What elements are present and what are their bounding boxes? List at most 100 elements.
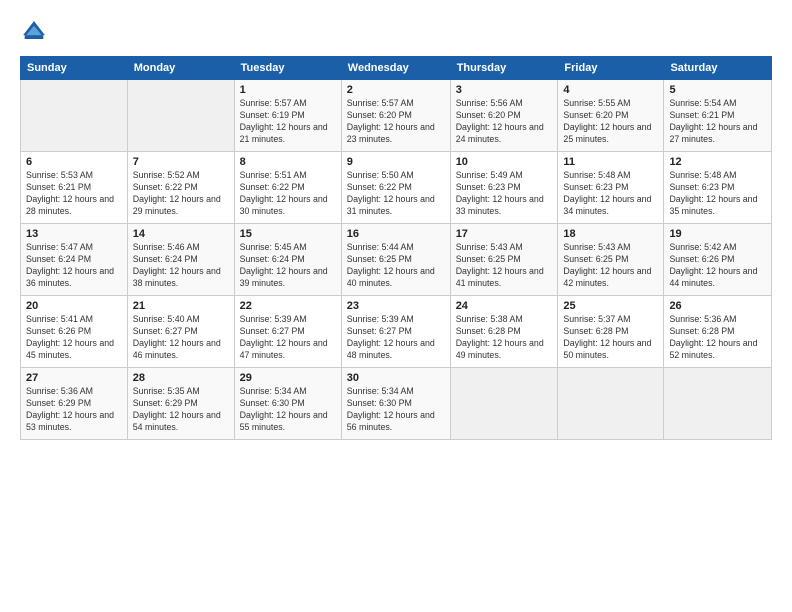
- day-number: 19: [669, 228, 766, 240]
- day-number: 9: [347, 156, 445, 168]
- day-number: 7: [133, 156, 229, 168]
- calendar-cell: 4Sunrise: 5:55 AM Sunset: 6:20 PM Daylig…: [558, 80, 664, 152]
- calendar-cell: 6Sunrise: 5:53 AM Sunset: 6:21 PM Daylig…: [21, 152, 128, 224]
- calendar-cell: 9 Sunrise: 5:50 AM Sunset: 6:22 PM Daylig…: [341, 152, 450, 224]
- day-detail: Sunrise: 5:52 AM Sunset: 6:22 PM Dayligh…: [133, 170, 229, 218]
- weekday-header-friday: Friday: [558, 57, 664, 80]
- calendar-cell: 5Sunrise: 5:54 AM Sunset: 6:21 PM Daylig…: [664, 80, 772, 152]
- day-detail: Sunrise: 5:50 AM Sunset: 6:22 PM Dayligh…: [347, 170, 445, 218]
- calendar-cell: 2 Sunrise: 5:57 AM Sunset: 6:20 PM Daylig…: [341, 80, 450, 152]
- calendar-cell: 24 Sunrise: 5:38 AM Sunset: 6:28 PM Dayli…: [450, 296, 558, 368]
- day-detail: Sunrise: 5:39 AM Sunset: 6:27 PM Dayligh…: [347, 314, 445, 362]
- calendar-cell: 12 Sunrise: 5:48 AM Sunset: 6:23 PM Dayli…: [664, 152, 772, 224]
- day-detail: Sunrise: 5:57 AM Sunset: 6:20 PM Dayligh…: [347, 98, 445, 146]
- day-detail: Sunrise: 5:41 AM Sunset: 6:26 PM Dayligh…: [26, 314, 122, 362]
- day-detail: Sunrise: 5:43 AM Sunset: 6:25 PM Dayligh…: [456, 242, 553, 290]
- day-number: 5: [669, 84, 766, 96]
- day-detail: Sunrise: 5:48 AM Sunset: 6:23 PM Dayligh…: [669, 170, 766, 218]
- calendar-cell: 20 Sunrise: 5:41 AM Sunset: 6:26 PM Dayli…: [21, 296, 128, 368]
- calendar-cell: 30 Sunrise: 5:34 AM Sunset: 6:30 PM Dayli…: [341, 368, 450, 440]
- calendar-cell: 1 Sunrise: 5:57 AM Sunset: 6:19 PM Daylig…: [234, 80, 341, 152]
- day-number: 21: [133, 300, 229, 312]
- calendar-cell: 13 Sunrise: 5:47 AM Sunset: 6:24 PM Dayli…: [21, 224, 128, 296]
- calendar-cell: 11 Sunrise: 5:48 AM Sunset: 6:23 PM Dayli…: [558, 152, 664, 224]
- calendar-cell: 29 Sunrise: 5:34 AM Sunset: 6:30 PM Dayli…: [234, 368, 341, 440]
- day-detail: Sunrise: 5:55 AM Sunset: 6:20 PM Dayligh…: [563, 98, 658, 146]
- calendar-cell: 8Sunrise: 5:51 AM Sunset: 6:22 PM Daylig…: [234, 152, 341, 224]
- weekday-header-saturday: Saturday: [664, 57, 772, 80]
- calendar-cell: 3 Sunrise: 5:56 AM Sunset: 6:20 PM Daylig…: [450, 80, 558, 152]
- day-number: 20: [26, 300, 122, 312]
- day-number: 15: [240, 228, 336, 240]
- calendar-cell: 7 Sunrise: 5:52 AM Sunset: 6:22 PM Daylig…: [127, 152, 234, 224]
- day-number: 26: [669, 300, 766, 312]
- day-detail: Sunrise: 5:43 AM Sunset: 6:25 PM Dayligh…: [563, 242, 658, 290]
- day-detail: Sunrise: 5:46 AM Sunset: 6:24 PM Dayligh…: [133, 242, 229, 290]
- day-number: 18: [563, 228, 658, 240]
- day-detail: Sunrise: 5:47 AM Sunset: 6:24 PM Dayligh…: [26, 242, 122, 290]
- day-detail: Sunrise: 5:56 AM Sunset: 6:20 PM Dayligh…: [456, 98, 553, 146]
- weekday-header-monday: Monday: [127, 57, 234, 80]
- calendar-cell: 26 Sunrise: 5:36 AM Sunset: 6:28 PM Dayli…: [664, 296, 772, 368]
- day-detail: Sunrise: 5:34 AM Sunset: 6:30 PM Dayligh…: [347, 386, 445, 434]
- calendar-cell: 15 Sunrise: 5:45 AM Sunset: 6:24 PM Dayli…: [234, 224, 341, 296]
- day-detail: Sunrise: 5:48 AM Sunset: 6:23 PM Dayligh…: [563, 170, 658, 218]
- week-row-5: 27 Sunrise: 5:36 AM Sunset: 6:29 PM Dayli…: [21, 368, 772, 440]
- day-detail: Sunrise: 5:57 AM Sunset: 6:19 PM Dayligh…: [240, 98, 336, 146]
- day-number: 25: [563, 300, 658, 312]
- day-number: 27: [26, 372, 122, 384]
- day-number: 24: [456, 300, 553, 312]
- calendar-cell: 27 Sunrise: 5:36 AM Sunset: 6:29 PM Dayli…: [21, 368, 128, 440]
- calendar-cell: 23 Sunrise: 5:39 AM Sunset: 6:27 PM Dayli…: [341, 296, 450, 368]
- weekday-header-wednesday: Wednesday: [341, 57, 450, 80]
- day-detail: Sunrise: 5:36 AM Sunset: 6:29 PM Dayligh…: [26, 386, 122, 434]
- day-detail: Sunrise: 5:45 AM Sunset: 6:24 PM Dayligh…: [240, 242, 336, 290]
- day-number: 23: [347, 300, 445, 312]
- calendar-table: SundayMondayTuesdayWednesdayThursdayFrid…: [20, 56, 772, 440]
- day-number: 16: [347, 228, 445, 240]
- logo: [20, 18, 52, 46]
- calendar-cell: 19 Sunrise: 5:42 AM Sunset: 6:26 PM Dayli…: [664, 224, 772, 296]
- day-number: 29: [240, 372, 336, 384]
- day-number: 28: [133, 372, 229, 384]
- calendar-cell: 21Sunrise: 5:40 AM Sunset: 6:27 PM Dayli…: [127, 296, 234, 368]
- week-row-2: 6Sunrise: 5:53 AM Sunset: 6:21 PM Daylig…: [21, 152, 772, 224]
- day-detail: Sunrise: 5:38 AM Sunset: 6:28 PM Dayligh…: [456, 314, 553, 362]
- day-detail: Sunrise: 5:42 AM Sunset: 6:26 PM Dayligh…: [669, 242, 766, 290]
- day-number: 12: [669, 156, 766, 168]
- day-detail: Sunrise: 5:53 AM Sunset: 6:21 PM Dayligh…: [26, 170, 122, 218]
- weekday-header-tuesday: Tuesday: [234, 57, 341, 80]
- week-row-3: 13 Sunrise: 5:47 AM Sunset: 6:24 PM Dayli…: [21, 224, 772, 296]
- header: [20, 18, 772, 46]
- day-detail: Sunrise: 5:37 AM Sunset: 6:28 PM Dayligh…: [563, 314, 658, 362]
- day-number: 1: [240, 84, 336, 96]
- day-detail: Sunrise: 5:34 AM Sunset: 6:30 PM Dayligh…: [240, 386, 336, 434]
- calendar-cell: 14Sunrise: 5:46 AM Sunset: 6:24 PM Dayli…: [127, 224, 234, 296]
- day-detail: Sunrise: 5:49 AM Sunset: 6:23 PM Dayligh…: [456, 170, 553, 218]
- day-detail: Sunrise: 5:35 AM Sunset: 6:29 PM Dayligh…: [133, 386, 229, 434]
- calendar-cell: 18 Sunrise: 5:43 AM Sunset: 6:25 PM Dayli…: [558, 224, 664, 296]
- calendar-cell: 28 Sunrise: 5:35 AM Sunset: 6:29 PM Dayli…: [127, 368, 234, 440]
- day-number: 17: [456, 228, 553, 240]
- weekday-header-row: SundayMondayTuesdayWednesdayThursdayFrid…: [21, 57, 772, 80]
- calendar-cell: 25 Sunrise: 5:37 AM Sunset: 6:28 PM Dayli…: [558, 296, 664, 368]
- day-detail: Sunrise: 5:36 AM Sunset: 6:28 PM Dayligh…: [669, 314, 766, 362]
- day-detail: Sunrise: 5:44 AM Sunset: 6:25 PM Dayligh…: [347, 242, 445, 290]
- calendar-cell: [664, 368, 772, 440]
- calendar-cell: [127, 80, 234, 152]
- calendar-cell: 17 Sunrise: 5:43 AM Sunset: 6:25 PM Dayli…: [450, 224, 558, 296]
- day-number: 30: [347, 372, 445, 384]
- day-number: 3: [456, 84, 553, 96]
- weekday-header-thursday: Thursday: [450, 57, 558, 80]
- calendar-cell: 10Sunrise: 5:49 AM Sunset: 6:23 PM Dayli…: [450, 152, 558, 224]
- day-number: 2: [347, 84, 445, 96]
- calendar-cell: [21, 80, 128, 152]
- calendar-cell: [558, 368, 664, 440]
- week-row-1: 1 Sunrise: 5:57 AM Sunset: 6:19 PM Daylig…: [21, 80, 772, 152]
- logo-icon: [20, 18, 48, 46]
- day-number: 11: [563, 156, 658, 168]
- day-number: 22: [240, 300, 336, 312]
- calendar-cell: [450, 368, 558, 440]
- calendar-cell: 22Sunrise: 5:39 AM Sunset: 6:27 PM Dayli…: [234, 296, 341, 368]
- day-number: 13: [26, 228, 122, 240]
